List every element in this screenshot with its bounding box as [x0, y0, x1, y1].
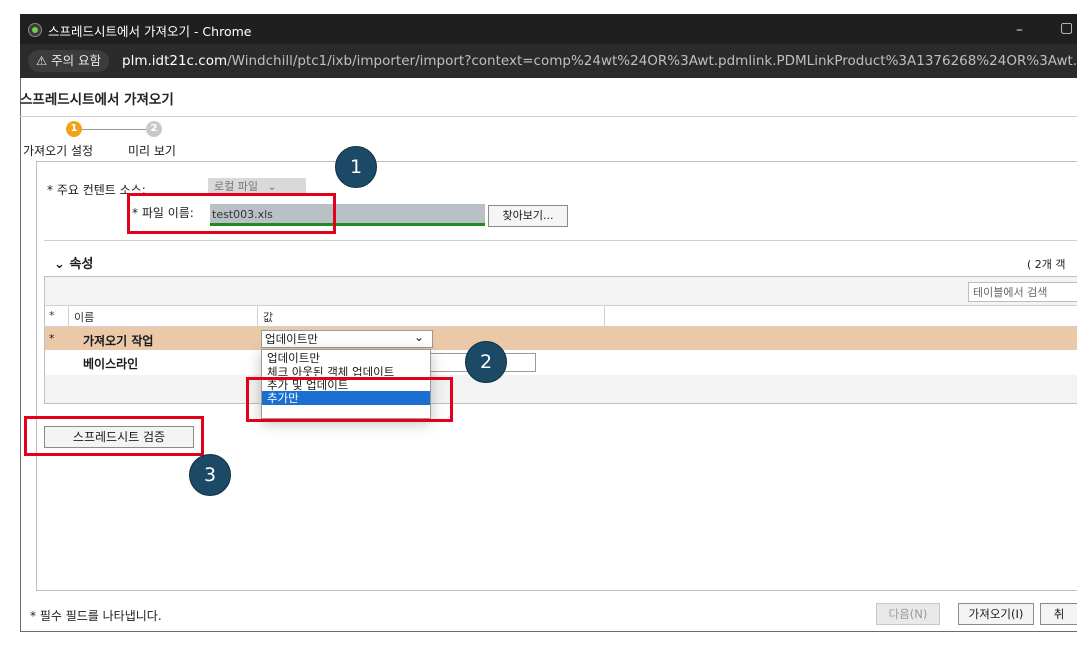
col-divider	[604, 306, 605, 326]
step-connector	[82, 129, 146, 130]
minimize-button[interactable]: –	[1016, 22, 1023, 38]
callout-2-highlight	[246, 377, 453, 422]
import-action-select[interactable]: 업데이트만	[261, 330, 433, 348]
chevron-down-icon: ⌄	[267, 180, 277, 193]
title-bar: 스프레드시트에서 가져오기 - Chrome – ▢	[20, 14, 1077, 44]
required-marker: *	[49, 332, 55, 345]
collapse-chevron-icon: ⌄	[54, 257, 65, 272]
address-bar[interactable]: ⚠ 주의 요함 plm.idt21c.com/Windchill/ptc1/ix…	[20, 44, 1077, 78]
callout-3-badge: 3	[189, 454, 231, 496]
col-name[interactable]: 이름	[74, 309, 94, 325]
maximize-button[interactable]: ▢	[1060, 20, 1073, 36]
table-header: * 이름 값	[45, 305, 1077, 327]
next-button[interactable]: 다음(N)	[876, 603, 940, 625]
step-1-indicator[interactable]: 1	[66, 121, 82, 137]
chevron-down-icon: ⌄	[414, 330, 425, 344]
title-divider	[20, 116, 1077, 117]
browse-button[interactable]: 찾아보기...	[488, 205, 568, 227]
option-update-checked-out[interactable]: 체크 아웃된 객체 업데이트	[262, 365, 430, 376]
window-title: 스프레드시트에서 가져오기 - Chrome	[48, 24, 252, 39]
col-required: *	[49, 309, 55, 322]
step-2-label[interactable]: 미리 보기	[128, 142, 176, 159]
section-divider	[44, 240, 1077, 241]
import-button[interactable]: 가져오기(I)	[958, 603, 1034, 625]
url-path: /Windchill/ptc1/ixb/importer/import?cont…	[227, 53, 1077, 69]
source-value: 로컬 파일	[214, 180, 258, 193]
table-row[interactable]: * 가져오기 작업	[45, 327, 1077, 350]
url-host: plm.idt21c.com	[122, 53, 228, 69]
option-update-only[interactable]: 업데이트만	[262, 351, 430, 365]
attributes-title: 속성	[69, 257, 94, 272]
table-search-input[interactable]: 테이블에서 검색	[968, 282, 1077, 302]
chrome-icon	[28, 23, 42, 37]
required-fields-note: * 필수 필드를 나타냅니다.	[30, 609, 162, 623]
table-row[interactable]: 베이스라인	[45, 350, 1077, 375]
callout-2-badge: 2	[465, 341, 507, 383]
row-name: 가져오기 작업	[83, 334, 154, 348]
object-count: ( 2개 객	[1027, 258, 1066, 271]
step-1-label[interactable]: 가져오기 설정	[23, 142, 93, 159]
cancel-button[interactable]: 취	[1040, 603, 1077, 625]
security-warning-chip[interactable]: ⚠ 주의 요함	[28, 50, 110, 72]
col-divider	[68, 306, 69, 326]
row-name: 베이스라인	[83, 357, 139, 371]
callout-1-highlight	[127, 193, 336, 234]
attributes-header[interactable]: ⌄ 속성	[54, 253, 93, 272]
callout-3-highlight	[24, 416, 204, 456]
url-text[interactable]: plm.idt21c.com/Windchill/ptc1/ixb/import…	[122, 53, 1077, 69]
page-title: 스프레드시트에서 가져오기	[20, 92, 174, 108]
col-value[interactable]: 값	[263, 309, 273, 325]
callout-1-badge: 1	[335, 146, 377, 188]
step-2-indicator[interactable]: 2	[146, 121, 162, 137]
col-divider	[257, 306, 258, 326]
